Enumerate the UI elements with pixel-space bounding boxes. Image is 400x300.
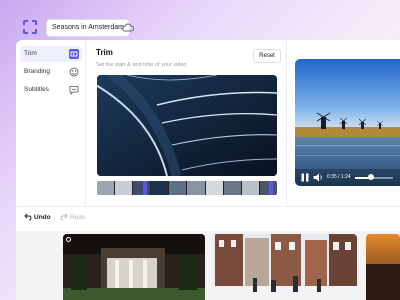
- film-frame: [223, 181, 242, 195]
- sidebar-item-branding[interactable]: Branding: [20, 64, 82, 80]
- playback-time: 0:35 / 1:24: [327, 174, 351, 180]
- undo-button[interactable]: Undo: [24, 213, 51, 223]
- player-controls: 0:35 / 1:24: [295, 169, 400, 186]
- sidebar-item-label: Branding: [24, 68, 51, 75]
- film-frame: [205, 181, 224, 195]
- trim-section: Trim Set the start & end time of your vi…: [96, 48, 296, 206]
- redo-icon: [60, 213, 68, 221]
- trim-filmstrip[interactable]: [97, 181, 277, 195]
- cloud-save-icon[interactable]: [122, 22, 134, 32]
- divider: [286, 40, 287, 206]
- windmill-landscape-image: [295, 59, 400, 186]
- sidebar-item-label: Trim: [24, 50, 37, 57]
- film-frame: [187, 181, 206, 195]
- undo-icon: [24, 213, 32, 221]
- media-library: [16, 231, 400, 300]
- media-thumbnail[interactable]: [213, 234, 357, 300]
- sidebar-item-subtitles[interactable]: Subtitles: [20, 82, 82, 98]
- section-title: Trim: [96, 48, 113, 57]
- redo-button[interactable]: Redo: [60, 213, 86, 223]
- film-frame: [241, 181, 260, 195]
- media-thumbnail[interactable]: [366, 234, 400, 300]
- trim-icon: [69, 49, 79, 59]
- film-frame: [151, 181, 170, 195]
- winter-street-image: [213, 234, 357, 300]
- subtitles-icon: [69, 85, 79, 95]
- select-circle[interactable]: [66, 237, 71, 242]
- reset-button[interactable]: Reset: [253, 49, 281, 63]
- top-bar: Seasons in Amsterdam: [0, 0, 400, 40]
- sidebar: Trim Branding Subtitles: [16, 40, 86, 206]
- trim-end-handle[interactable]: [269, 181, 273, 195]
- sidebar-item-label: Subtitles: [24, 86, 49, 93]
- film-frame: [115, 181, 134, 195]
- trim-video-frame: [97, 75, 277, 176]
- video-preview[interactable]: 0:35 / 1:24: [295, 59, 400, 186]
- film-frame: [97, 181, 116, 195]
- sidebar-item-trim[interactable]: Trim: [20, 46, 82, 62]
- media-thumbnail[interactable]: [63, 234, 205, 300]
- pause-icon[interactable]: [301, 173, 309, 182]
- sunset-canal-image: [366, 234, 400, 300]
- volume-icon[interactable]: [313, 173, 323, 182]
- app-logo-icon[interactable]: [22, 19, 38, 35]
- section-subtitle: Set the start & end time of your video: [96, 62, 187, 68]
- history-bar: Undo Redo: [16, 207, 400, 231]
- architecture-image: [97, 75, 277, 176]
- project-name-field[interactable]: Seasons in Amsterdam: [46, 19, 130, 37]
- seek-handle[interactable]: [367, 174, 374, 180]
- night-building-image: [63, 234, 205, 300]
- editor-panel: Trim Branding Subtitles Trim Set the sta…: [16, 40, 400, 300]
- branding-icon: [69, 67, 79, 77]
- trim-start-handle[interactable]: [143, 181, 147, 195]
- redo-label: Redo: [70, 214, 86, 221]
- seek-bar[interactable]: [355, 177, 393, 179]
- film-frame: [169, 181, 188, 195]
- undo-label: Undo: [34, 214, 51, 221]
